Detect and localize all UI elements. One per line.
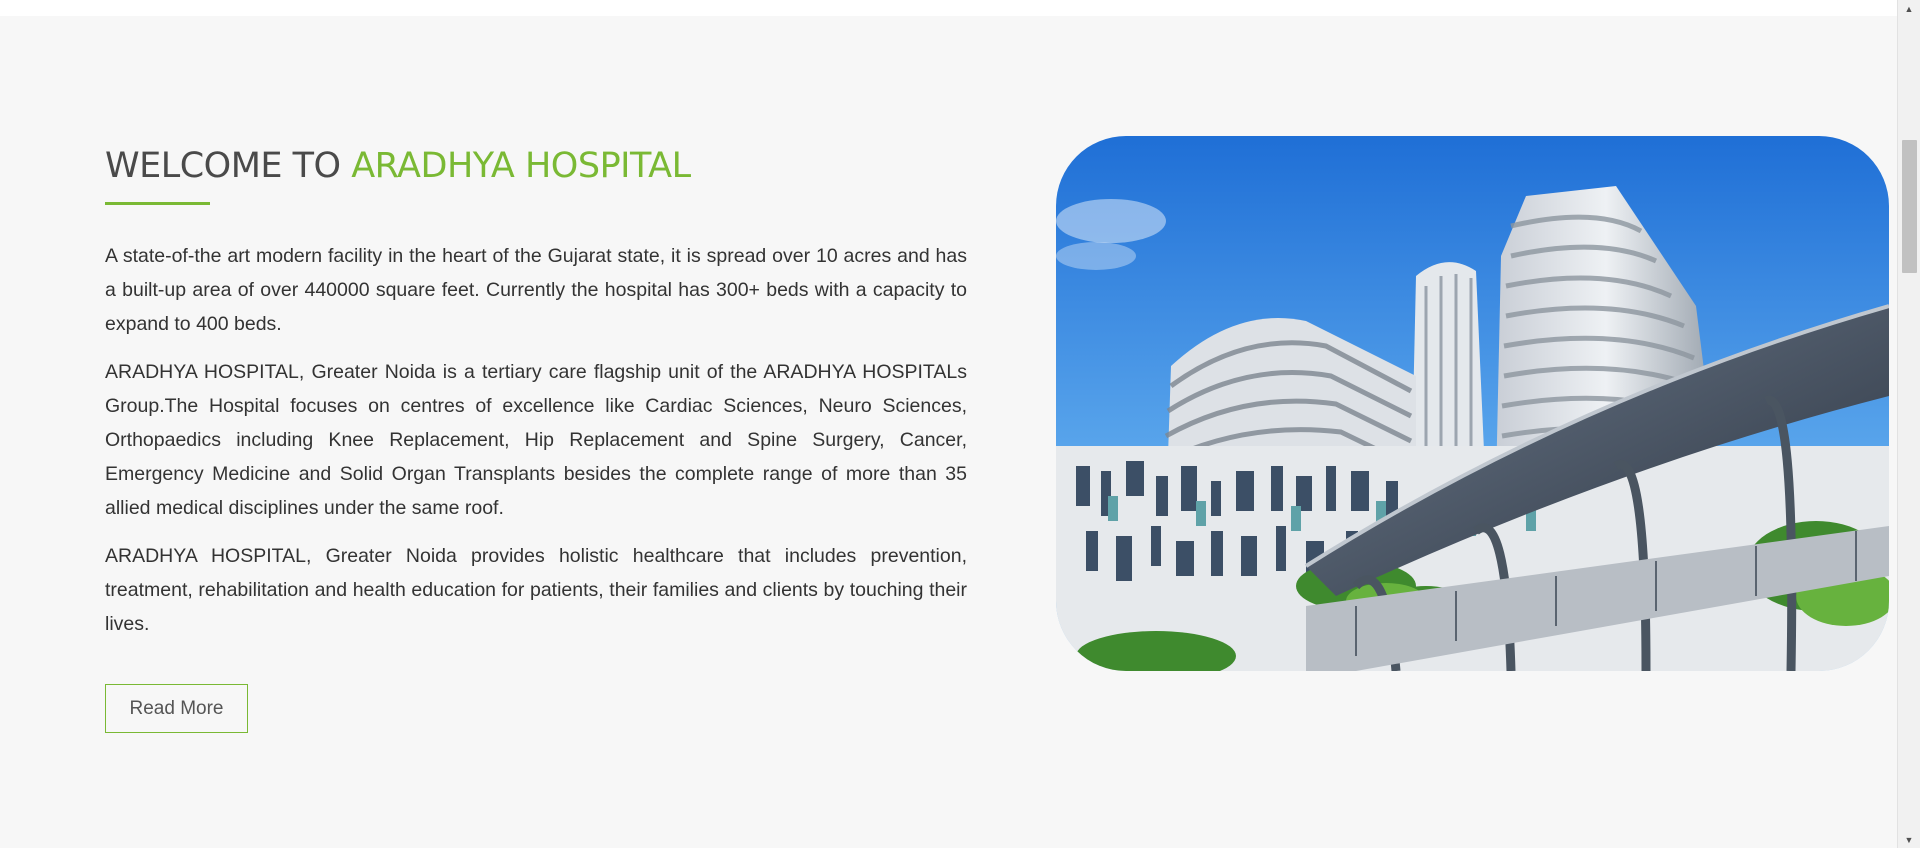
read-more-button[interactable]: Read More <box>105 684 248 733</box>
specialties-paragraph: ARADHYA HOSPITAL, Greater Noida is a ter… <box>105 361 967 519</box>
top-strip <box>0 0 1897 16</box>
welcome-section: WELCOME TO ARADHYA HOSPITAL A state-of-t… <box>105 140 967 655</box>
scroll-down-icon[interactable]: ▼ <box>1898 831 1920 848</box>
scroll-thumb[interactable] <box>1902 140 1917 273</box>
title-accent: ARADHYA HOSPITAL <box>351 146 691 186</box>
healthcare-paragraph: ARADHYA HOSPITAL, Greater Noida provides… <box>105 545 967 635</box>
hospital-building-image <box>1056 136 1889 671</box>
page-scrollbar[interactable]: ▲ ▼ <box>1897 0 1920 848</box>
title-underline <box>105 202 210 205</box>
title-prefix: WELCOME TO <box>105 146 352 186</box>
intro-paragraph: A state-of-the art modern facility in th… <box>105 245 967 335</box>
scroll-up-icon[interactable]: ▲ <box>1898 0 1920 17</box>
page-title: WELCOME TO ARADHYA HOSPITAL <box>105 140 967 192</box>
